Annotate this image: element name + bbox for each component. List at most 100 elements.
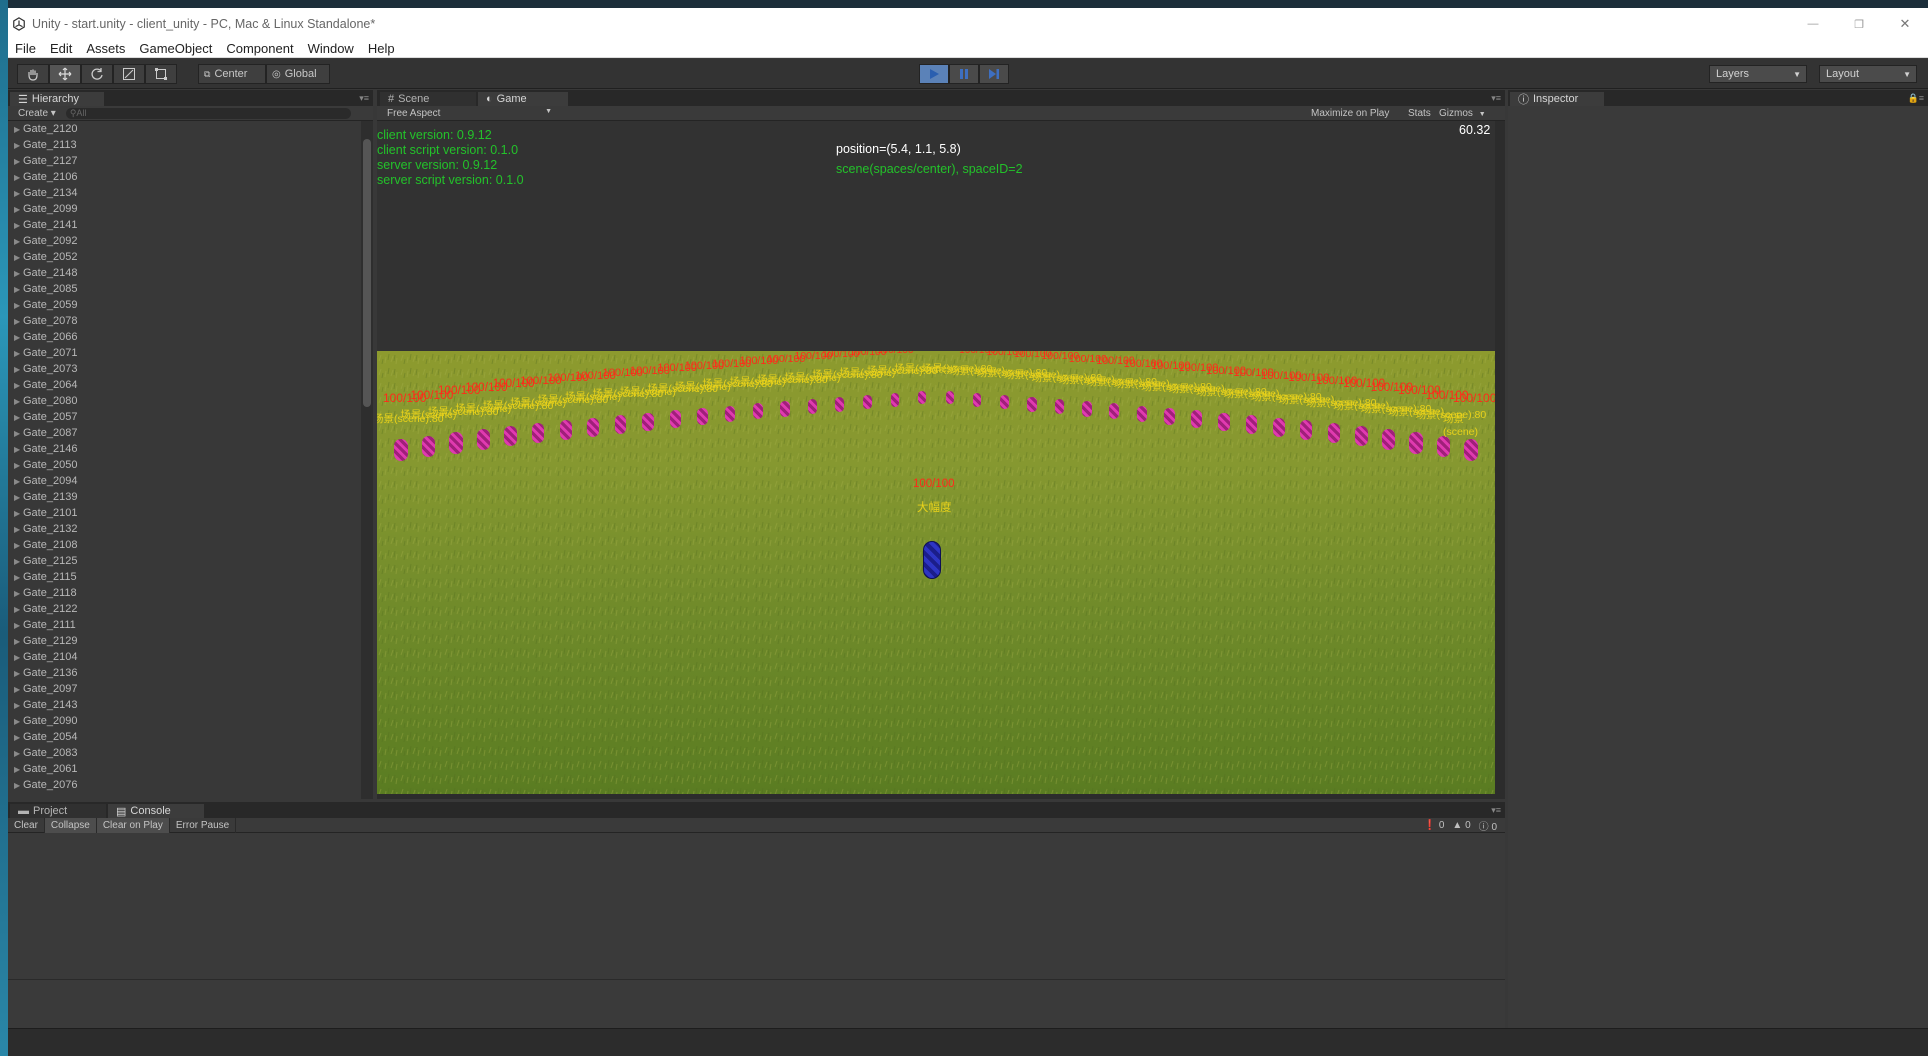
play-button[interactable] bbox=[919, 64, 949, 84]
npc-entity[interactable] bbox=[725, 405, 736, 423]
create-dropdown[interactable]: Create ▾ bbox=[8, 108, 60, 119]
npc-entity[interactable] bbox=[1273, 417, 1285, 437]
expand-arrow-icon[interactable]: ▶ bbox=[14, 669, 23, 678]
step-button[interactable] bbox=[979, 64, 1009, 84]
rect-tool-button[interactable] bbox=[145, 64, 177, 84]
npc-entity[interactable] bbox=[752, 403, 763, 420]
hierarchy-item[interactable]: ▶ Gate_2090 bbox=[8, 713, 359, 729]
expand-arrow-icon[interactable]: ▶ bbox=[14, 397, 23, 406]
clear-on-play-toggle[interactable]: Clear on Play bbox=[96, 817, 170, 833]
move-tool-button[interactable] bbox=[49, 64, 81, 84]
npc-entity[interactable] bbox=[1409, 432, 1423, 454]
hierarchy-item[interactable]: ▶ Gate_2080 bbox=[8, 393, 359, 409]
npc-entity[interactable] bbox=[972, 393, 982, 407]
hierarchy-item[interactable]: ▶ Gate_2052 bbox=[8, 249, 359, 265]
panel-menu-icon[interactable]: ▾≡ bbox=[359, 93, 369, 104]
hierarchy-item[interactable]: ▶ Gate_2094 bbox=[8, 473, 359, 489]
expand-arrow-icon[interactable]: ▶ bbox=[14, 525, 23, 534]
tab-project[interactable]: ▬ Project bbox=[10, 804, 106, 818]
gizmos-dropdown[interactable]: Gizmos ▼ bbox=[1439, 108, 1486, 119]
hierarchy-item[interactable]: ▶ Gate_2136 bbox=[8, 665, 359, 681]
expand-arrow-icon[interactable]: ▶ bbox=[14, 477, 23, 486]
hierarchy-item[interactable]: ▶ Gate_2148 bbox=[8, 265, 359, 281]
npc-entity[interactable] bbox=[1191, 410, 1203, 428]
npc-entity[interactable] bbox=[1436, 435, 1451, 458]
npc-entity[interactable] bbox=[394, 439, 408, 462]
menu-file[interactable]: File bbox=[8, 41, 43, 56]
expand-arrow-icon[interactable]: ▶ bbox=[14, 173, 23, 182]
menu-help[interactable]: Help bbox=[361, 41, 402, 56]
hierarchy-item[interactable]: ▶ Gate_2113 bbox=[8, 137, 359, 153]
expand-arrow-icon[interactable]: ▶ bbox=[14, 509, 23, 518]
hierarchy-item[interactable]: ▶ Gate_2129 bbox=[8, 633, 359, 649]
expand-arrow-icon[interactable]: ▶ bbox=[14, 557, 23, 566]
npc-entity[interactable] bbox=[1245, 415, 1258, 434]
npc-entity[interactable] bbox=[531, 423, 545, 444]
hierarchy-item[interactable]: ▶ Gate_2099 bbox=[8, 201, 359, 217]
npc-entity[interactable] bbox=[421, 435, 436, 458]
hierarchy-item[interactable]: ▶ Gate_2122 bbox=[8, 601, 359, 617]
npc-entity[interactable] bbox=[1000, 395, 1009, 410]
expand-arrow-icon[interactable]: ▶ bbox=[14, 269, 23, 278]
hierarchy-item[interactable]: ▶ Gate_2087 bbox=[8, 425, 359, 441]
scrollbar-thumb[interactable] bbox=[363, 139, 371, 407]
npc-entity[interactable] bbox=[780, 401, 790, 417]
expand-arrow-icon[interactable]: ▶ bbox=[14, 333, 23, 342]
expand-arrow-icon[interactable]: ▶ bbox=[14, 461, 23, 470]
hierarchy-item[interactable]: ▶ Gate_2146 bbox=[8, 441, 359, 457]
npc-entity[interactable] bbox=[1354, 426, 1368, 447]
npc-entity[interactable] bbox=[1054, 399, 1065, 415]
expand-arrow-icon[interactable]: ▶ bbox=[14, 685, 23, 694]
scale-tool-button[interactable] bbox=[113, 64, 145, 84]
expand-arrow-icon[interactable]: ▶ bbox=[14, 349, 23, 358]
expand-arrow-icon[interactable]: ▶ bbox=[14, 653, 23, 662]
hierarchy-item[interactable]: ▶ Gate_2071 bbox=[8, 345, 359, 361]
expand-arrow-icon[interactable]: ▶ bbox=[14, 365, 23, 374]
close-button[interactable]: ✕ bbox=[1882, 8, 1928, 40]
hierarchy-item[interactable]: ▶ Gate_2076 bbox=[8, 777, 359, 793]
expand-arrow-icon[interactable]: ▶ bbox=[14, 701, 23, 710]
lock-icon[interactable]: 🔒≡ bbox=[1908, 93, 1924, 104]
hierarchy-item[interactable]: ▶ Gate_2050 bbox=[8, 457, 359, 473]
hierarchy-item[interactable]: ▶ Gate_2057 bbox=[8, 409, 359, 425]
npc-entity[interactable] bbox=[835, 397, 845, 412]
hierarchy-item[interactable]: ▶ Gate_2111 bbox=[8, 617, 359, 633]
hand-tool-button[interactable] bbox=[17, 64, 49, 84]
menu-assets[interactable]: Assets bbox=[79, 41, 132, 56]
expand-arrow-icon[interactable]: ▶ bbox=[14, 141, 23, 150]
expand-arrow-icon[interactable]: ▶ bbox=[14, 253, 23, 262]
npc-entity[interactable] bbox=[587, 417, 599, 437]
player-avatar[interactable] bbox=[923, 541, 941, 579]
space-global-toggle[interactable]: ◎ Global bbox=[266, 64, 330, 84]
error-filter-toggle[interactable]: ❗ 0 bbox=[1424, 820, 1445, 831]
npc-entity[interactable] bbox=[1163, 407, 1175, 425]
expand-arrow-icon[interactable]: ▶ bbox=[14, 189, 23, 198]
npc-entity[interactable] bbox=[1082, 401, 1092, 417]
expand-arrow-icon[interactable]: ▶ bbox=[14, 125, 23, 134]
collapse-toggle[interactable]: Collapse bbox=[44, 817, 97, 833]
expand-arrow-icon[interactable]: ▶ bbox=[14, 605, 23, 614]
hierarchy-item[interactable]: ▶ Gate_2143 bbox=[8, 697, 359, 713]
hierarchy-item[interactable]: ▶ Gate_2066 bbox=[8, 329, 359, 345]
aspect-dropdown[interactable]: Free Aspect ▼ bbox=[387, 108, 552, 119]
hierarchy-item[interactable]: ▶ Gate_2120 bbox=[8, 121, 359, 137]
npc-entity[interactable] bbox=[504, 426, 518, 447]
expand-arrow-icon[interactable]: ▶ bbox=[14, 157, 23, 166]
hierarchy-item[interactable]: ▶ Gate_2118 bbox=[8, 585, 359, 601]
hierarchy-item[interactable]: ▶ Gate_2106 bbox=[8, 169, 359, 185]
expand-arrow-icon[interactable]: ▶ bbox=[14, 717, 23, 726]
expand-arrow-icon[interactable]: ▶ bbox=[14, 301, 23, 310]
hierarchy-item[interactable]: ▶ Gate_2083 bbox=[8, 745, 359, 761]
hierarchy-item[interactable]: ▶ Gate_2061 bbox=[8, 761, 359, 777]
menu-edit[interactable]: Edit bbox=[43, 41, 79, 56]
npc-entity[interactable] bbox=[669, 410, 681, 428]
hierarchy-item[interactable]: ▶ Gate_2115 bbox=[8, 569, 359, 585]
panel-menu-icon[interactable]: ▾≡ bbox=[1491, 93, 1501, 104]
npc-entity[interactable] bbox=[1327, 423, 1341, 444]
hierarchy-item[interactable]: ▶ Gate_2064 bbox=[8, 377, 359, 393]
maximize-on-play-toggle[interactable]: Maximize on Play bbox=[1311, 108, 1389, 119]
expand-arrow-icon[interactable]: ▶ bbox=[14, 749, 23, 758]
restore-button[interactable]: ❐ bbox=[1836, 8, 1882, 40]
expand-arrow-icon[interactable]: ▶ bbox=[14, 573, 23, 582]
menu-window[interactable]: Window bbox=[301, 41, 361, 56]
